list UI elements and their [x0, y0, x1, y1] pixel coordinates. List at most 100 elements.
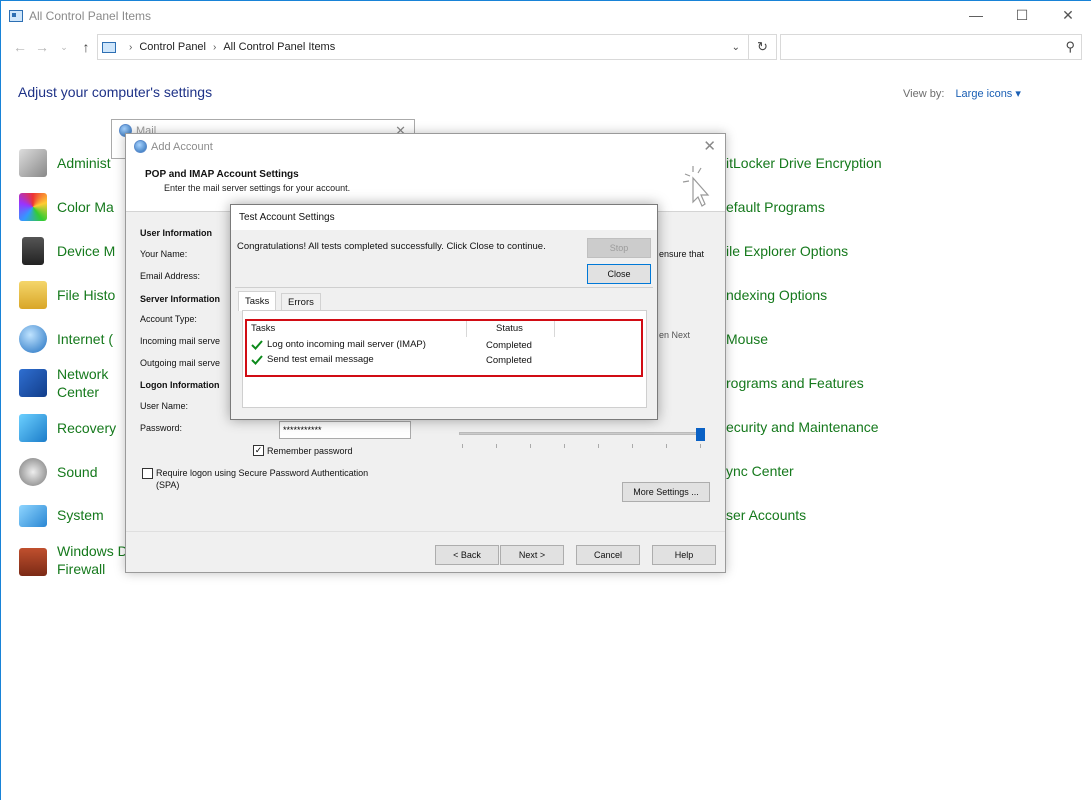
window-title: All Control Panel Items — [29, 9, 152, 23]
item-label: Recovery — [57, 420, 117, 436]
item-label: ndexing Options — [726, 287, 828, 303]
spa-checkbox[interactable] — [142, 468, 153, 479]
item-label: Color Ma — [57, 199, 114, 215]
help-button[interactable]: Help — [652, 545, 716, 565]
item-label: efault Programs — [726, 199, 825, 215]
ensure-that-text: ensure that — [659, 249, 705, 259]
item-windows-firewall[interactable]: Windows D Firewall — [19, 542, 128, 578]
item-label-line2: Firewall — [57, 561, 106, 577]
sound-icon — [19, 458, 47, 486]
dialog-header: Add Account ✕ POP and IMAP Account Setti… — [126, 134, 725, 212]
breadcrumb-control-panel[interactable]: Control Panel — [139, 41, 206, 53]
item-label: ser Accounts — [726, 507, 807, 523]
up-arrow-icon[interactable]: ↑ — [75, 39, 97, 55]
logon-info-heading: Logon Information — [140, 380, 220, 390]
incoming-server-label: Incoming mail serve — [140, 336, 221, 346]
page-title: Adjust your computer's settings — [18, 84, 213, 100]
cancel-button[interactable]: Cancel — [576, 545, 640, 565]
task-status: Completed — [486, 340, 532, 351]
control-panel-icon — [102, 41, 116, 53]
system-icon — [19, 505, 47, 527]
address-bar-row: ← → ⌄ ↑ › Control Panel › All Control Pa… — [9, 34, 1083, 60]
tasks-panel: Tasks Status Log onto incoming mail serv… — [242, 310, 647, 408]
item-label: rograms and Features — [726, 375, 864, 391]
user-name-label: User Name: — [140, 401, 189, 411]
item-network-center[interactable]: Network Center — [19, 365, 108, 401]
recent-locations-icon[interactable]: ⌄ — [53, 42, 75, 53]
item-file-explorer-options[interactable]: ile Explorer Options — [726, 243, 848, 259]
item-label-block: Windows D Firewall — [57, 542, 128, 578]
account-type-label: Account Type: — [140, 314, 197, 324]
test-close-button[interactable]: Close — [587, 264, 651, 284]
network-icon — [19, 369, 47, 397]
password-field[interactable]: *********** — [279, 421, 411, 439]
chevron-down-icon[interactable]: ⌄ — [732, 42, 740, 53]
address-box[interactable]: › Control Panel › All Control Panel Item… — [97, 34, 777, 60]
view-by-value[interactable]: Large icons — [955, 88, 1012, 100]
item-recovery[interactable]: Recovery — [19, 414, 116, 442]
server-info-heading: Server Information — [140, 294, 221, 304]
tab-errors[interactable]: Errors — [281, 293, 321, 311]
recovery-icon — [19, 414, 47, 442]
item-security-maintenance[interactable]: ecurity and Maintenance — [726, 419, 879, 435]
item-indexing-options[interactable]: ndexing Options — [726, 287, 827, 303]
view-by-dropdown[interactable]: Large icons ▾ — [955, 88, 1020, 100]
item-system[interactable]: System — [19, 502, 104, 527]
close-button[interactable]: ✕ — [1045, 1, 1091, 29]
back-button[interactable]: < Back — [435, 545, 499, 565]
next-button[interactable]: Next > — [500, 545, 564, 565]
slider-tick — [496, 444, 497, 448]
item-user-accounts[interactable]: ser Accounts — [726, 507, 806, 523]
item-sound[interactable]: Sound — [19, 458, 97, 486]
item-label: System — [57, 506, 104, 523]
more-settings-button[interactable]: More Settings ... — [622, 482, 710, 502]
item-device-manager[interactable]: Device M — [19, 237, 115, 265]
view-by-label: View by: — [903, 88, 945, 100]
refresh-icon[interactable]: ↻ — [748, 35, 776, 59]
breadcrumb-all-items[interactable]: All Control Panel Items — [223, 41, 335, 53]
back-arrow-icon[interactable]: ← — [9, 39, 31, 55]
forward-arrow-icon[interactable]: → — [31, 39, 53, 55]
stop-button[interactable]: Stop — [587, 238, 651, 258]
task-name: Log onto incoming mail server (IMAP) — [267, 339, 426, 350]
item-administrative-tools[interactable]: Administ — [19, 149, 111, 177]
color-management-icon — [19, 193, 47, 221]
control-panel-icon — [9, 10, 23, 22]
search-input[interactable]: ⚲ — [780, 34, 1082, 60]
item-file-history[interactable]: File Histo — [19, 281, 115, 309]
remember-password-checkbox[interactable]: ✓ — [253, 445, 264, 456]
item-default-programs[interactable]: efault Programs — [726, 199, 825, 215]
item-label: ile Explorer Options — [726, 243, 849, 259]
internet-options-icon — [19, 325, 47, 353]
spa-label-line1: Require logon using Secure Password Auth… — [156, 468, 369, 478]
slider-tick — [700, 444, 701, 448]
item-label: ync Center — [726, 463, 794, 479]
minimize-button[interactable]: — — [953, 1, 999, 29]
item-label: Device M — [57, 243, 116, 259]
firewall-icon — [19, 548, 47, 576]
view-by: View by: Large icons ▾ — [903, 87, 1021, 100]
tab-tasks[interactable]: Tasks — [238, 291, 277, 311]
item-mouse[interactable]: Mouse — [726, 331, 768, 347]
cursor-click-icon — [682, 166, 710, 207]
chevron-right-icon: › — [129, 41, 133, 53]
slider-thumb[interactable] — [696, 428, 705, 441]
item-sync-center[interactable]: ync Center — [726, 463, 794, 479]
item-label: File Histo — [57, 287, 116, 303]
dialog-close-icon[interactable]: ✕ — [703, 137, 716, 155]
item-internet-options[interactable]: Internet ( — [19, 325, 113, 353]
item-color-management[interactable]: Color Ma — [19, 193, 114, 221]
maximize-button[interactable]: ☐ — [999, 1, 1045, 29]
task-name: Send test email message — [267, 354, 374, 365]
file-history-icon — [19, 281, 47, 309]
item-programs-features[interactable]: rograms and Features — [726, 375, 864, 391]
spa-label-line2: (SPA) — [156, 480, 180, 490]
item-bitlocker[interactable]: itLocker Drive Encryption — [726, 155, 882, 171]
title-bar: All Control Panel Items — [1, 1, 1091, 31]
your-name-label: Your Name: — [140, 249, 188, 259]
search-icon: ⚲ — [1065, 39, 1075, 54]
success-message: Congratulations! All tests completed suc… — [237, 241, 546, 252]
slider-track[interactable] — [459, 432, 705, 435]
slider-tick — [666, 444, 667, 448]
slider-tick — [632, 444, 633, 448]
